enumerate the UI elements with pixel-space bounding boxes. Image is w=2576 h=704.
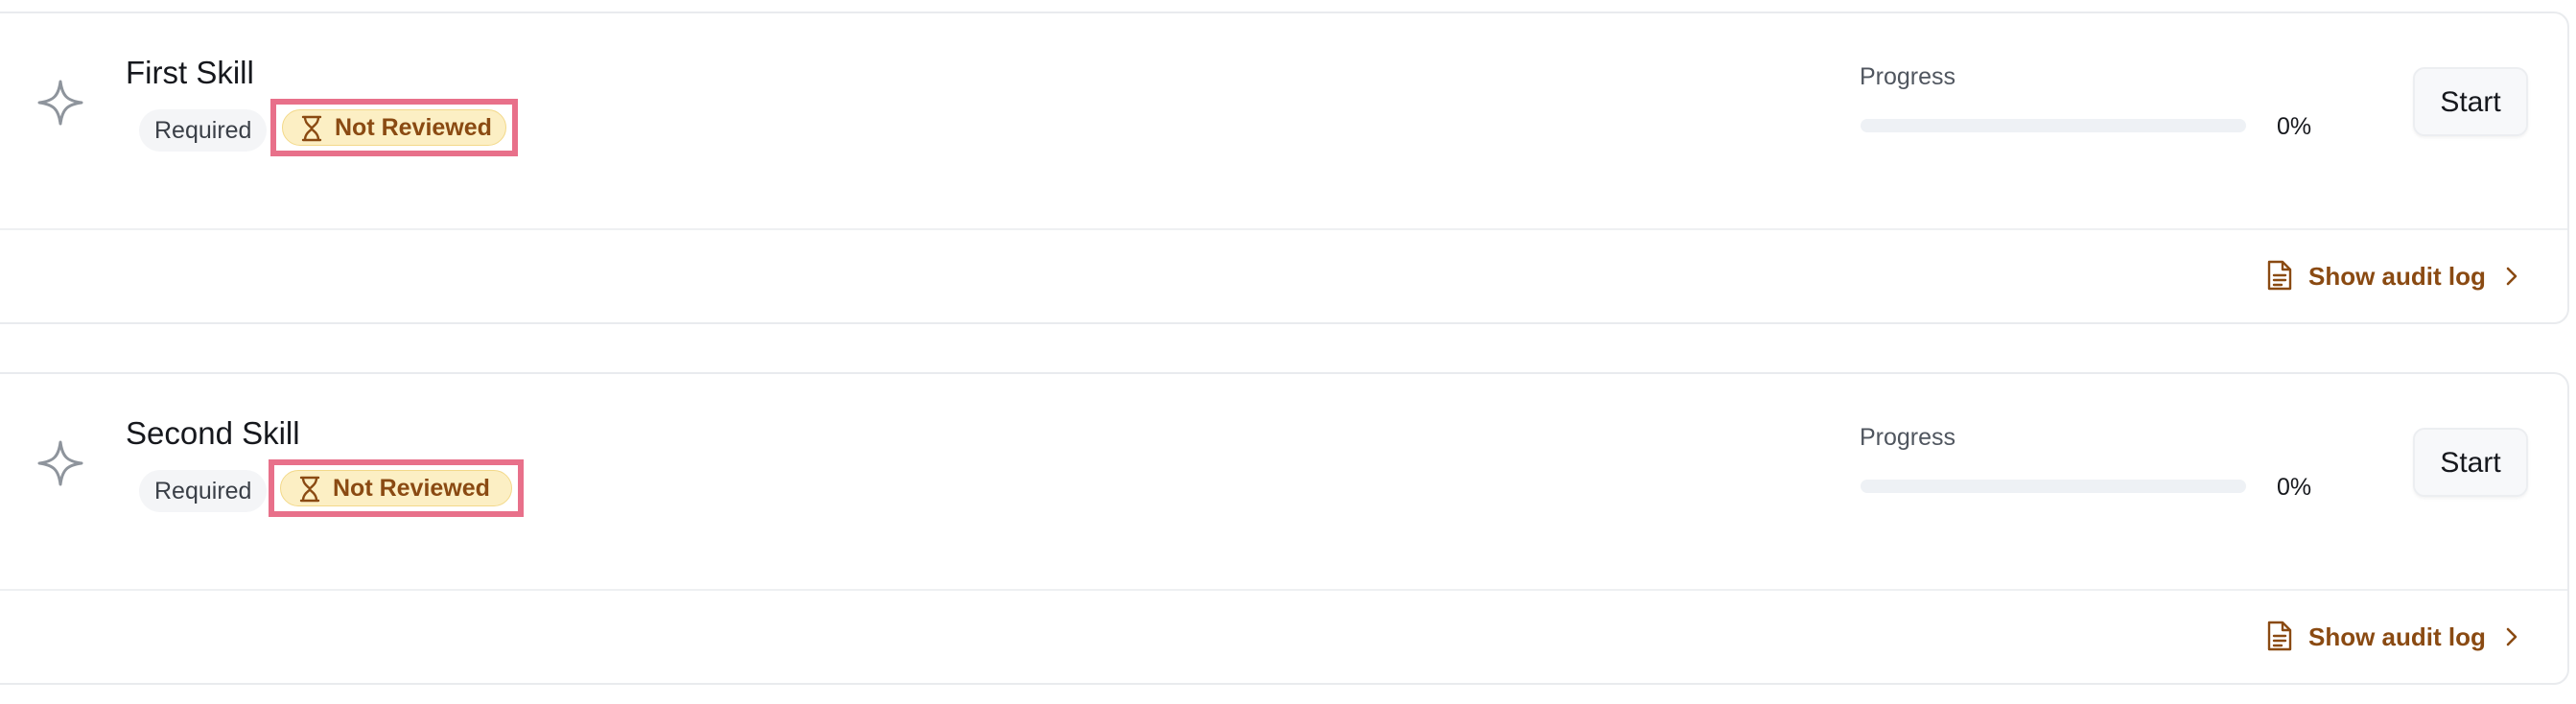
chevron-right-icon xyxy=(2506,267,2517,286)
audit-log-label: Show audit log xyxy=(2308,622,2486,651)
document-icon xyxy=(2267,621,2292,651)
skill-card-footer: Show audit log xyxy=(0,230,2567,322)
progress-value: 0% xyxy=(2277,474,2312,501)
sparkle-icon xyxy=(37,80,83,126)
hourglass-icon xyxy=(299,476,320,503)
skill-card-main: First Skill Required Not Reviewed Progre… xyxy=(0,13,2567,230)
start-button[interactable]: Start xyxy=(2413,67,2528,136)
audit-log-label: Show audit log xyxy=(2308,262,2486,291)
status-badge: Not Reviewed xyxy=(282,109,506,146)
progress-value: 0% xyxy=(2277,113,2312,140)
skill-card-second: Second Skill Required Not Reviewed Progr… xyxy=(0,372,2569,685)
progress-bar xyxy=(1861,119,2246,132)
required-badge: Required xyxy=(139,470,268,512)
status-highlight: Not Reviewed xyxy=(269,459,524,517)
document-icon xyxy=(2267,260,2292,291)
sparkle-icon xyxy=(37,440,83,486)
hourglass-icon xyxy=(301,115,322,142)
progress-bar xyxy=(1861,480,2246,493)
skill-card-first: First Skill Required Not Reviewed Progre… xyxy=(0,12,2569,324)
skill-card-main: Second Skill Required Not Reviewed Progr… xyxy=(0,374,2567,591)
status-highlight: Not Reviewed xyxy=(270,99,518,156)
progress-label: Progress xyxy=(1860,63,1956,90)
status-label: Not Reviewed xyxy=(335,114,492,141)
start-button[interactable]: Start xyxy=(2413,428,2528,497)
skill-card-footer: Show audit log xyxy=(0,591,2567,683)
chevron-right-icon xyxy=(2506,627,2517,646)
progress-label: Progress xyxy=(1860,424,1956,451)
required-badge: Required xyxy=(139,109,268,152)
skill-title: Second Skill xyxy=(126,415,300,451)
skill-title: First Skill xyxy=(126,55,254,90)
status-label: Not Reviewed xyxy=(333,475,490,502)
status-badge: Not Reviewed xyxy=(280,470,512,506)
